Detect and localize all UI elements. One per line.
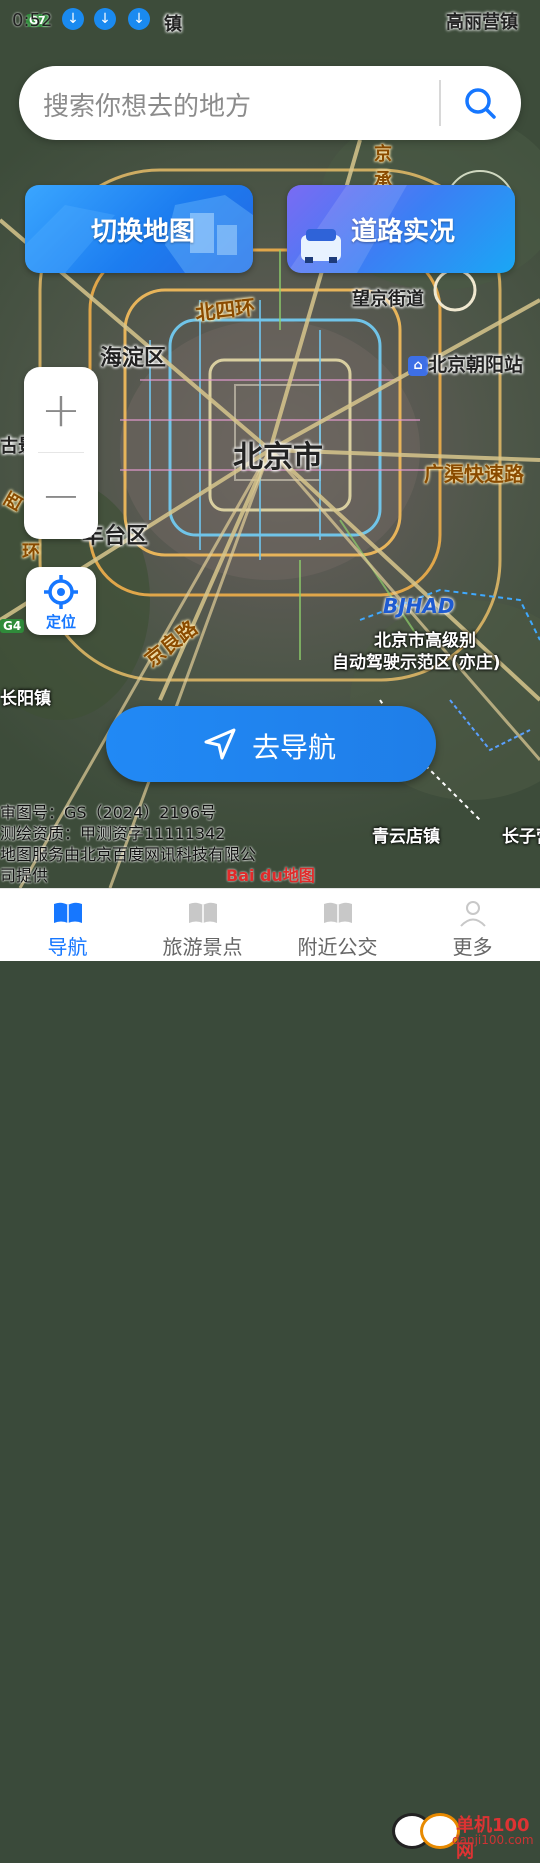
book-icon <box>324 902 352 923</box>
status-time: 0:52 <box>12 10 53 31</box>
map-label-wangjing: 望京街道 <box>352 289 424 310</box>
copyright-line: 审图号：GS（2024）2196号 <box>0 803 216 822</box>
watermark-url: danji100.com <box>452 1833 534 1847</box>
user-icon <box>460 901 486 927</box>
highway-badge-g4: G4 <box>0 619 25 633</box>
search-divider <box>439 80 441 126</box>
road-traffic-label: 道路实况 <box>351 217 456 247</box>
tab-label: 旅游景点 <box>162 935 243 959</box>
search-icon[interactable] <box>463 86 497 120</box>
bjhad-logo: BJHAD <box>383 594 455 618</box>
map-label-haidian: 海淀区 <box>100 346 167 371</box>
search-input[interactable]: 搜索你想去的地方 <box>43 86 251 123</box>
download-icon: ↓ <box>128 8 150 30</box>
baidu-map-logo: Bai du地图 <box>226 866 315 885</box>
zoom-control: + − <box>24 367 98 539</box>
map-label-changziying: 长子营 <box>502 827 540 847</box>
map-label-huan: 环 <box>22 542 40 563</box>
map-label-changyang: 长阳镇 <box>0 689 51 709</box>
zoom-out-button[interactable]: − <box>24 453 98 539</box>
tab-navigation[interactable]: 导航 <box>0 889 135 961</box>
zoom-in-button[interactable]: + <box>24 367 98 453</box>
book-icon <box>54 902 82 923</box>
map-label-bjhad-line2: 自动驾驶示范区(亦庄) <box>332 653 501 673</box>
tab-nearby-bus[interactable]: 附近公交 <box>270 889 405 961</box>
status-bar: 0:52 ↓ ↓ ↓ 镇 高丽营镇 <box>0 0 540 42</box>
road-traffic-button[interactable]: 道路实况 <box>287 185 515 273</box>
copyright-line: 司提供 <box>0 866 49 885</box>
map-label-city: 北京市 <box>233 440 323 475</box>
search-bar[interactable]: 搜索你想去的地方 <box>19 66 521 140</box>
download-icon: ↓ <box>94 8 116 30</box>
bottom-tab-bar: 导航 旅游景点 附近公交 更多 单机100网 danji100.com <box>0 888 540 1862</box>
download-icon: ↓ <box>62 8 84 30</box>
map-label-town: 镇 <box>164 14 182 35</box>
copyright-line: 地图服务由北京百度网讯科技有限公 <box>0 845 257 864</box>
map-label-chaoyang-station: ⌂ 北京朝阳站 <box>408 350 523 377</box>
map-label-qingyundian: 青云店镇 <box>372 827 440 847</box>
tab-label: 导航 <box>47 935 88 959</box>
navigate-label: 去导航 <box>252 731 337 764</box>
status-right-label: 高丽营镇 <box>446 12 518 33</box>
navigation-arrow-icon <box>204 728 236 760</box>
tab-label: 更多 <box>452 935 493 959</box>
locate-button[interactable]: 定位 <box>26 567 96 635</box>
locate-label: 定位 <box>45 613 76 631</box>
tab-label: 附近公交 <box>297 935 378 959</box>
switch-map-label: 切换地图 <box>91 217 196 247</box>
book-icon <box>189 902 217 923</box>
map-label-guangqu: 广渠快速路 <box>424 462 524 486</box>
tab-scenic-spots[interactable]: 旅游景点 <box>135 889 270 961</box>
map-copyright: 审图号：GS（2024）2196号 测绘资质：甲测资字11111342 地图服务… <box>0 802 256 886</box>
copyright-line: 测绘资质：甲测资字11111342 <box>0 824 226 843</box>
train-station-icon: ⌂ <box>408 355 428 376</box>
crosshair-icon <box>44 575 78 609</box>
tab-more[interactable]: 更多 <box>405 889 540 961</box>
navigate-button[interactable]: 去导航 <box>106 706 436 782</box>
switch-map-button[interactable]: 切换地图 <box>25 185 253 273</box>
